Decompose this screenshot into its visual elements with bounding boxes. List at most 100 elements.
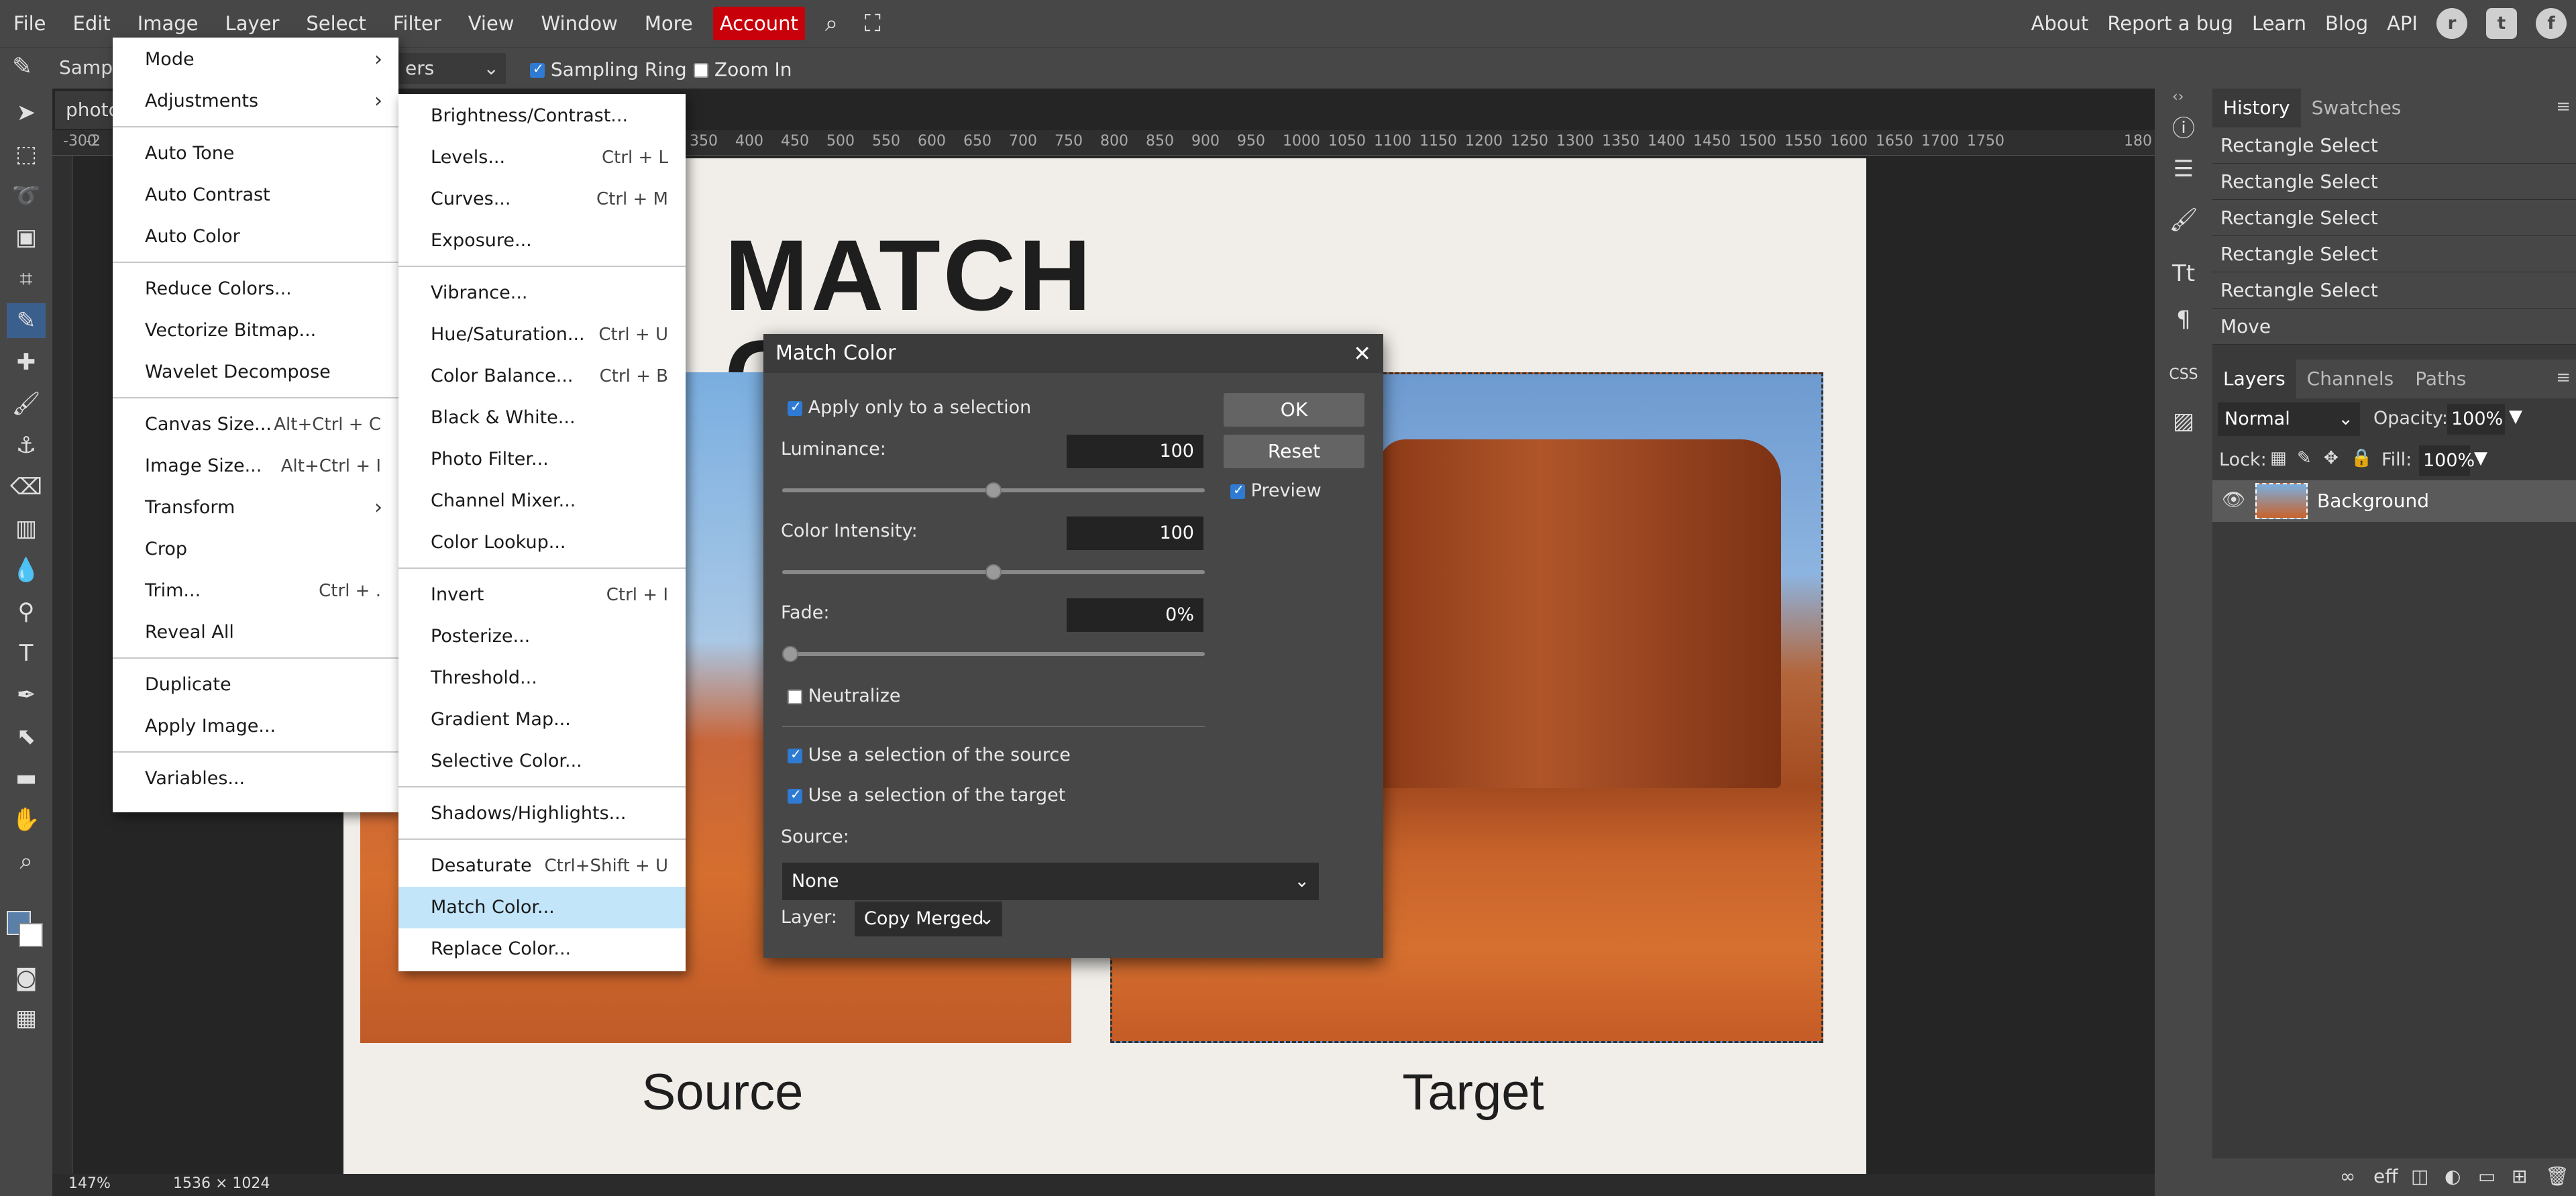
trash-icon[interactable]: 🗑 [2545, 1165, 2569, 1187]
menu-item-levels[interactable]: Levels... Ctrl + L [398, 137, 686, 178]
menu-item-auto-color[interactable]: Auto Color [113, 216, 398, 258]
link-icon[interactable]: ∞ [2340, 1165, 2355, 1187]
menu-item-reveal-all[interactable]: Reveal All [113, 612, 398, 653]
luminance-input[interactable]: 100 [1067, 435, 1203, 468]
menu-item-color-balance[interactable]: Color Balance... Ctrl + B [398, 356, 686, 397]
apply-selection-checkbox[interactable]: Apply only to a selection [788, 397, 1031, 418]
shape-tool-icon[interactable]: ▬ [7, 761, 46, 796]
history-item[interactable]: Rectangle Select [2212, 200, 2576, 236]
reset-button[interactable]: Reset [1224, 435, 1364, 468]
menu-item-curves[interactable]: Curves... Ctrl + M [398, 178, 686, 220]
info-icon[interactable]: ⓘ [2164, 109, 2203, 144]
tab-channels[interactable]: Channels [2296, 360, 2405, 398]
menu-item-vibrance[interactable]: Vibrance... [398, 272, 686, 314]
menu-item-apply-image[interactable]: Apply Image... [113, 706, 398, 747]
adjustments-panel-icon[interactable]: ☰ [2164, 152, 2203, 186]
menu-window[interactable]: Window [528, 0, 631, 47]
css-panel-icon[interactable]: CSS [2164, 357, 2203, 392]
new-layer-icon[interactable]: ⊞ [2512, 1165, 2527, 1187]
menu-item-replace-color[interactable]: Replace Color... [398, 928, 686, 970]
fullscreen-icon[interactable]: ⛶ [851, 0, 894, 47]
link-report-a-bug[interactable]: Report a bug [2098, 0, 2243, 47]
fade-input[interactable]: 0% [1067, 598, 1203, 632]
menu-item-invert[interactable]: Invert Ctrl + I [398, 574, 686, 616]
blur-tool-icon[interactable]: 💧 [7, 553, 46, 588]
menu-item-desaturate[interactable]: Desaturate Ctrl+Shift + U [398, 845, 686, 887]
link-learn[interactable]: Learn [2243, 0, 2316, 47]
menu-item-color-lookup[interactable]: Color Lookup... [398, 522, 686, 563]
menu-item-auto-tone[interactable]: Auto Tone [113, 133, 398, 174]
crop-tool-icon[interactable]: ⌗ [7, 262, 46, 296]
twitter-icon[interactable]: t [2486, 8, 2517, 39]
search-icon[interactable]: ⌕ [812, 0, 851, 47]
history-item[interactable]: Rectangle Select [2212, 127, 2576, 164]
brush-panel-icon[interactable]: 🖌 [2164, 203, 2203, 237]
zoom-tool-icon[interactable]: ⌕ [7, 844, 46, 879]
visibility-eye-icon[interactable]: 👁 [2222, 488, 2246, 510]
move-tool-icon[interactable]: ➤ [7, 95, 46, 130]
collapse-icon[interactable]: ‹› [2172, 89, 2184, 105]
menu-item-variables[interactable]: Variables... [113, 758, 398, 800]
magic-wand-tool-icon[interactable]: ▣ [7, 220, 46, 255]
adjustment-icon[interactable]: ◐ [2445, 1165, 2461, 1187]
menu-item-posterize[interactable]: Posterize... [398, 616, 686, 657]
link-api[interactable]: API [2377, 0, 2427, 47]
opacity-dropdown-icon[interactable]: ▼ [2509, 406, 2522, 427]
account-button[interactable]: Account [712, 7, 805, 40]
dodge-tool-icon[interactable]: ⚲ [7, 594, 46, 629]
fill-dropdown-icon[interactable]: ▼ [2474, 448, 2487, 468]
paragraph-panel-icon[interactable]: ¶ [2164, 302, 2203, 337]
menu-more[interactable]: More [631, 0, 706, 47]
lock-transparency-icon[interactable]: ▦ [2270, 448, 2287, 468]
tab-paths[interactable]: Paths [2404, 360, 2477, 398]
color-intensity-slider-knob[interactable] [985, 564, 1002, 580]
menu-item-trim[interactable]: Trim... Ctrl + . [113, 570, 398, 612]
facebook-icon[interactable]: f [2536, 8, 2567, 39]
menu-item-adjustments[interactable]: Adjustments › [113, 80, 398, 122]
brush-tool-icon[interactable]: 🖌 [7, 386, 46, 421]
layer-select[interactable]: Copy Merged ⌄ [855, 902, 1002, 936]
menu-item-hue-saturation[interactable]: Hue/Saturation... Ctrl + U [398, 314, 686, 356]
history-item[interactable]: Rectangle Select [2212, 164, 2576, 200]
menu-item-image-size[interactable]: Image Size... Alt+Ctrl + I [113, 445, 398, 487]
fill-input[interactable]: 100% [2419, 445, 2475, 476]
panel-menu-icon[interactable]: ≡ [2556, 97, 2571, 117]
zoom-in-checkbox[interactable]: Zoom In [694, 58, 792, 80]
blend-mode-select[interactable]: Normal ⌄ [2218, 402, 2360, 436]
layer-row[interactable]: 👁 Background [2212, 480, 2576, 522]
menu-item-selective-color[interactable]: Selective Color... [398, 741, 686, 782]
healing-tool-icon[interactable]: ✚ [7, 345, 46, 380]
panel-menu-icon[interactable]: ≡ [2556, 368, 2571, 388]
neutralize-checkbox[interactable]: Neutralize [788, 686, 901, 706]
close-icon[interactable]: ✕ [1353, 334, 1371, 373]
type-tool-icon[interactable]: T [7, 636, 46, 671]
lasso-tool-icon[interactable]: ➰ [7, 178, 46, 213]
menu-item-gradient-map[interactable]: Gradient Map... [398, 699, 686, 741]
menu-item-match-color[interactable]: Match Color... [398, 887, 686, 928]
fade-slider-knob[interactable] [782, 646, 798, 662]
eyedropper-tool-icon[interactable]: ✎ [7, 303, 46, 338]
history-item[interactable]: Rectangle Select [2212, 236, 2576, 272]
menu-item-shadows-highlights[interactable]: Shadows/Highlights... [398, 793, 686, 834]
preview-checkbox[interactable]: Preview [1230, 480, 1322, 501]
link-blog[interactable]: Blog [2316, 0, 2377, 47]
history-item[interactable]: Rectangle Select [2212, 272, 2576, 309]
menu-item-duplicate[interactable]: Duplicate [113, 664, 398, 706]
lock-position-icon[interactable]: ✥ [2324, 448, 2339, 468]
menu-view[interactable]: View [455, 0, 528, 47]
history-item[interactable]: Move [2212, 309, 2576, 345]
tab-swatches[interactable]: Swatches [2301, 89, 2412, 127]
quick-mask-icon[interactable]: ◙ [7, 961, 46, 995]
menu-item-crop[interactable]: Crop [113, 529, 398, 570]
menu-item-vectorize-bitmap[interactable]: Vectorize Bitmap... [113, 310, 398, 351]
lock-pixels-icon[interactable]: ✎ [2297, 448, 2312, 468]
sampling-ring-checkbox[interactable]: Sampling Ring [530, 58, 687, 80]
menu-item-photo-filter[interactable]: Photo Filter... [398, 439, 686, 480]
menu-item-black-white[interactable]: Black & White... [398, 397, 686, 439]
color-intensity-input[interactable]: 100 [1067, 517, 1203, 550]
luminance-slider-knob[interactable] [985, 482, 1002, 498]
menu-item-channel-mixer[interactable]: Channel Mixer... [398, 480, 686, 522]
menu-item-wavelet-decompose[interactable]: Wavelet Decompose [113, 351, 398, 393]
opacity-input[interactable]: 100% [2447, 404, 2505, 435]
source-select[interactable]: None ⌄ [782, 863, 1319, 900]
